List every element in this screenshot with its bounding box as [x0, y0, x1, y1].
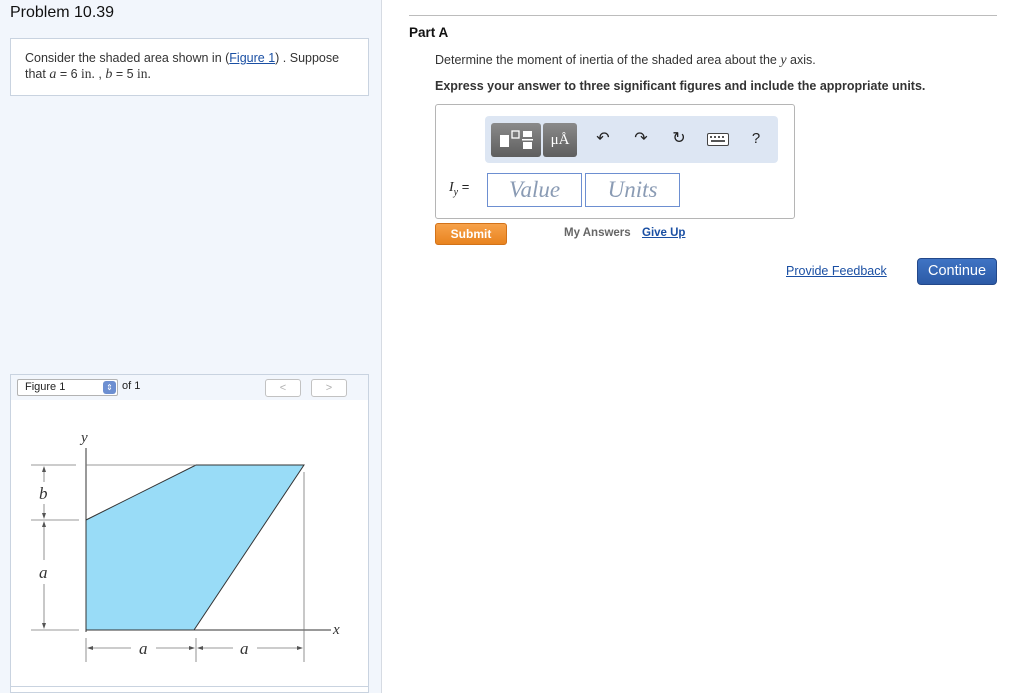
- b-value: 5: [126, 67, 134, 81]
- answer-box: μÅ ↶ ↷ ↻ ? Iy = Value Units: [435, 104, 795, 219]
- math-toolbar: μÅ ↶ ↷ ↻ ?: [485, 116, 778, 163]
- statement-text-2: ) . Suppose: [275, 51, 340, 65]
- figure-select-value: Figure 1: [25, 381, 66, 393]
- figure-nav-bar: Figure 1 ⇕ of 1 < >: [10, 374, 369, 400]
- statement-text: Consider the shaded area shown in (: [25, 51, 230, 65]
- next-figure-button[interactable]: >: [311, 379, 347, 397]
- give-up-link[interactable]: Give Up: [642, 227, 685, 239]
- arrow-head: [197, 646, 203, 650]
- undo-icon[interactable]: ↶: [592, 128, 614, 150]
- figure-count: of 1: [122, 380, 141, 392]
- divider: [409, 15, 997, 16]
- eq-sign-2: =: [112, 67, 127, 81]
- help-button[interactable]: ?: [747, 128, 765, 150]
- redo-icon[interactable]: ↷: [630, 128, 652, 150]
- keyboard-shape: [707, 133, 729, 146]
- unit-in-2: in.: [137, 66, 151, 81]
- arrow-head: [297, 646, 303, 650]
- statement-line2: that: [25, 67, 46, 81]
- question-suffix: axis.: [786, 53, 816, 67]
- comma: ,: [94, 67, 106, 81]
- x-axis-label: x: [332, 622, 340, 638]
- dim-a-bottom2-label: a: [240, 639, 249, 658]
- templates-icon: [500, 130, 533, 149]
- figure-canvas: y x b a a a: [10, 400, 369, 693]
- keyboard-icon[interactable]: [705, 128, 731, 150]
- problem-title: Problem 10.39: [10, 4, 115, 21]
- dim-a-left-label: a: [39, 563, 48, 582]
- my-answers-link[interactable]: My Answers: [564, 227, 631, 239]
- y-axis-label: y: [79, 430, 88, 446]
- provide-feedback-link[interactable]: Provide Feedback: [786, 264, 887, 278]
- part-panel: Part A Determine the moment of inertia o…: [382, 0, 1012, 693]
- part-title: Part A: [409, 25, 449, 40]
- unit-in: in.: [81, 66, 95, 81]
- problem-statement: Consider the shaded area shown in (Figur…: [10, 38, 369, 96]
- units-button[interactable]: μÅ: [543, 123, 577, 157]
- figure-diagram: y x b a a a: [31, 430, 340, 662]
- select-stepper-icon: ⇕: [103, 381, 116, 394]
- units-input[interactable]: Units: [585, 173, 680, 207]
- answer-label: Iy =: [449, 179, 469, 198]
- prev-figure-button[interactable]: <: [265, 379, 301, 397]
- arrow-head: [189, 646, 195, 650]
- answer-eq: =: [458, 179, 470, 194]
- arrow-head: [87, 646, 93, 650]
- figure-select[interactable]: Figure 1 ⇕: [17, 379, 118, 396]
- problem-panel: Problem 10.39 Consider the shaded area s…: [0, 0, 382, 693]
- reset-icon[interactable]: ↻: [668, 128, 690, 150]
- arrow-head: [42, 521, 46, 527]
- a-value: 6: [70, 67, 78, 81]
- dim-a-bottom1-label: a: [139, 639, 148, 658]
- arrow-head: [42, 513, 46, 519]
- dim-b-label: b: [39, 484, 48, 503]
- value-input[interactable]: Value: [487, 173, 582, 207]
- question-text: Determine the moment of inertia of the s…: [435, 53, 816, 69]
- instructions: Express your answer to three significant…: [435, 79, 926, 93]
- arrow-head: [42, 623, 46, 629]
- continue-button[interactable]: Continue: [917, 258, 997, 285]
- submit-button[interactable]: Submit: [435, 223, 507, 245]
- arrow-head: [42, 466, 46, 472]
- eq-sign: =: [56, 67, 71, 81]
- figure-link[interactable]: Figure 1: [229, 51, 275, 65]
- question-prefix: Determine the moment of inertia of the s…: [435, 53, 781, 67]
- shaded-area: [85, 464, 305, 631]
- divider: [10, 686, 369, 687]
- templates-button[interactable]: [491, 123, 541, 157]
